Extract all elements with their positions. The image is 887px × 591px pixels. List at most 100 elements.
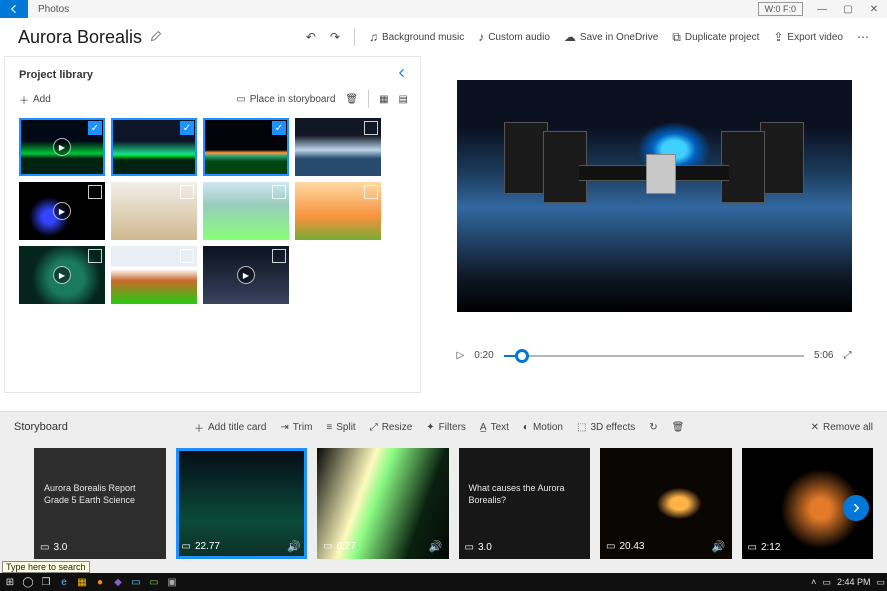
library-thumb[interactable]: ✓▶ bbox=[19, 118, 105, 176]
resize-icon: ⤢ bbox=[370, 422, 378, 433]
resize-button[interactable]: ⤢ Resize bbox=[370, 422, 413, 433]
label: Resize bbox=[382, 422, 413, 433]
fullscreen-button[interactable]: ⤢ bbox=[844, 350, 852, 361]
player-duration: 5:06 bbox=[814, 350, 833, 361]
next-clip-button[interactable] bbox=[843, 495, 869, 521]
thumb-checkbox[interactable] bbox=[364, 185, 378, 199]
thumb-checkbox[interactable] bbox=[364, 121, 378, 135]
grid-small-icon: ▦ bbox=[379, 94, 388, 105]
thumb-checkbox[interactable] bbox=[180, 185, 194, 199]
thumb-checkbox[interactable]: ✓ bbox=[88, 121, 102, 135]
undo-button[interactable]: ↶ bbox=[306, 30, 316, 44]
main-area: Project library ＋Add ▭Place in storyboar… bbox=[0, 56, 887, 411]
motion-button[interactable]: ◐Motion bbox=[523, 422, 563, 433]
search-tooltip: Type here to search bbox=[2, 561, 90, 573]
place-in-storyboard-button[interactable]: ▭Place in storyboard bbox=[236, 94, 335, 105]
clock[interactable]: 2:44 PM bbox=[837, 577, 871, 587]
taskbar-app[interactable]: ▣ bbox=[164, 575, 180, 589]
library-thumb[interactable]: ▶ bbox=[19, 246, 105, 304]
save-onedrive-button[interactable]: ☁Save in OneDrive bbox=[564, 30, 658, 44]
delete-library-button[interactable]: 🗑 bbox=[345, 94, 358, 105]
video-preview[interactable] bbox=[457, 80, 852, 312]
plus-icon: ＋ bbox=[19, 92, 29, 107]
library-thumb[interactable] bbox=[111, 182, 197, 240]
thumb-checkbox[interactable]: ✓ bbox=[180, 121, 194, 135]
storyboard-clip[interactable]: What causes the Aurora Borealis?▭3.0 bbox=[459, 448, 591, 559]
notifications-button[interactable]: ▭ bbox=[876, 577, 885, 588]
background-music-button[interactable]: ♫Background music bbox=[369, 30, 464, 44]
storyboard-clip[interactable]: Aurora Borealis Report Grade 5 Earth Sci… bbox=[34, 448, 166, 559]
export-video-button[interactable]: ⇪Export video bbox=[773, 30, 843, 44]
rename-button[interactable] bbox=[150, 30, 162, 45]
minimize-button[interactable]: — bbox=[809, 0, 835, 18]
split-button[interactable]: ≡Split bbox=[326, 422, 355, 433]
taskbar-app[interactable]: ▦ bbox=[74, 575, 90, 589]
view-small-button[interactable]: ▦ bbox=[379, 94, 388, 105]
library-thumb[interactable]: ▶ bbox=[203, 246, 289, 304]
more-button[interactable]: ⋯ bbox=[857, 30, 869, 44]
taskbar-app[interactable]: ● bbox=[92, 575, 108, 589]
seek-knob[interactable] bbox=[515, 349, 529, 363]
project-header: Aurora Borealis ↶ ↷ ♫Background music ♪C… bbox=[0, 18, 887, 56]
collapse-library-button[interactable] bbox=[396, 67, 408, 82]
storyboard-toolbar: Storyboard ＋Add title card ⇥Trim ≡Split … bbox=[0, 412, 887, 442]
play-button[interactable]: ▷ bbox=[457, 350, 465, 361]
library-thumb[interactable] bbox=[111, 246, 197, 304]
delete-clip-button[interactable]: 🗑 bbox=[672, 422, 685, 433]
text-button[interactable]: A̲Text bbox=[480, 422, 509, 433]
thumb-checkbox[interactable]: ✓ bbox=[272, 121, 286, 135]
remove-all-button[interactable]: ✕Remove all bbox=[811, 422, 873, 433]
taskbar-app[interactable]: e bbox=[56, 575, 72, 589]
custom-audio-button[interactable]: ♪Custom audio bbox=[478, 30, 550, 44]
duplicate-project-button[interactable]: ⧉Duplicate project bbox=[672, 30, 759, 45]
taskbar-app[interactable]: ▭ bbox=[128, 575, 144, 589]
storyboard-icon: ▭ bbox=[236, 94, 245, 105]
seek-bar[interactable] bbox=[504, 355, 804, 357]
close-button[interactable]: ✕ bbox=[861, 0, 887, 18]
library-thumb[interactable] bbox=[295, 182, 381, 240]
player-position: 0:20 bbox=[474, 350, 493, 361]
storyboard-label: Storyboard bbox=[14, 421, 68, 433]
back-button[interactable] bbox=[0, 0, 28, 18]
filters-button[interactable]: ✦Filters bbox=[426, 422, 466, 433]
maximize-button[interactable]: ▢ bbox=[835, 0, 861, 18]
cortana-button[interactable]: ◯ bbox=[20, 575, 36, 589]
storyboard-clip[interactable]: ▭6.27🔊 bbox=[317, 448, 449, 559]
thumb-checkbox[interactable] bbox=[272, 249, 286, 263]
play-overlay-icon: ▶ bbox=[53, 138, 71, 156]
clip-duration: 6.27 bbox=[336, 541, 355, 552]
library-thumb[interactable] bbox=[203, 182, 289, 240]
export-icon: ⇪ bbox=[773, 30, 783, 44]
battery-icon[interactable]: ▭ bbox=[822, 577, 831, 588]
storyboard-clip[interactable]: ▭20.43🔊 bbox=[600, 448, 732, 559]
redo-button[interactable]: ↷ bbox=[330, 30, 340, 44]
library-thumb[interactable]: ✓ bbox=[203, 118, 289, 176]
redo-icon: ↷ bbox=[330, 30, 340, 44]
rotate-button[interactable]: ↻ bbox=[649, 422, 657, 433]
tray-up-icon[interactable]: ˄ bbox=[811, 577, 816, 587]
library-thumb[interactable] bbox=[295, 118, 381, 176]
3d-effects-button[interactable]: ⬚3D effects bbox=[577, 422, 635, 433]
storyboard-clip[interactable]: ▭22.77🔊 bbox=[176, 448, 308, 559]
thumb-checkbox[interactable] bbox=[88, 185, 102, 199]
clip-duration: 20.43 bbox=[619, 541, 644, 552]
taskbar-app[interactable]: ◆ bbox=[110, 575, 126, 589]
thumb-checkbox[interactable] bbox=[180, 249, 194, 263]
thumb-checkbox[interactable] bbox=[88, 249, 102, 263]
task-view-button[interactable]: ❐ bbox=[38, 575, 54, 589]
library-thumb[interactable]: ▶ bbox=[19, 182, 105, 240]
thumb-checkbox[interactable] bbox=[272, 185, 286, 199]
add-title-card-button[interactable]: ＋Add title card bbox=[194, 420, 266, 435]
clip-title-text: What causes the Aurora Borealis? bbox=[469, 482, 581, 506]
add-media-button[interactable]: ＋Add bbox=[19, 92, 51, 107]
start-button[interactable]: ⊞ bbox=[2, 575, 18, 589]
cube-icon: ⬚ bbox=[577, 422, 586, 433]
taskbar: ⊞ ◯ ❐ e ▦ ● ◆ ▭ ▭ ▣ ˄ ▭ 2:44 PM ▭ bbox=[0, 573, 887, 591]
label: Filters bbox=[439, 422, 466, 433]
cloud-icon: ☁ bbox=[564, 30, 576, 44]
taskbar-app[interactable]: ▭ bbox=[146, 575, 162, 589]
trim-button[interactable]: ⇥Trim bbox=[280, 422, 312, 433]
library-thumb[interactable]: ✓ bbox=[111, 118, 197, 176]
label: Background music bbox=[382, 32, 464, 43]
view-large-button[interactable]: ▤ bbox=[399, 94, 408, 105]
